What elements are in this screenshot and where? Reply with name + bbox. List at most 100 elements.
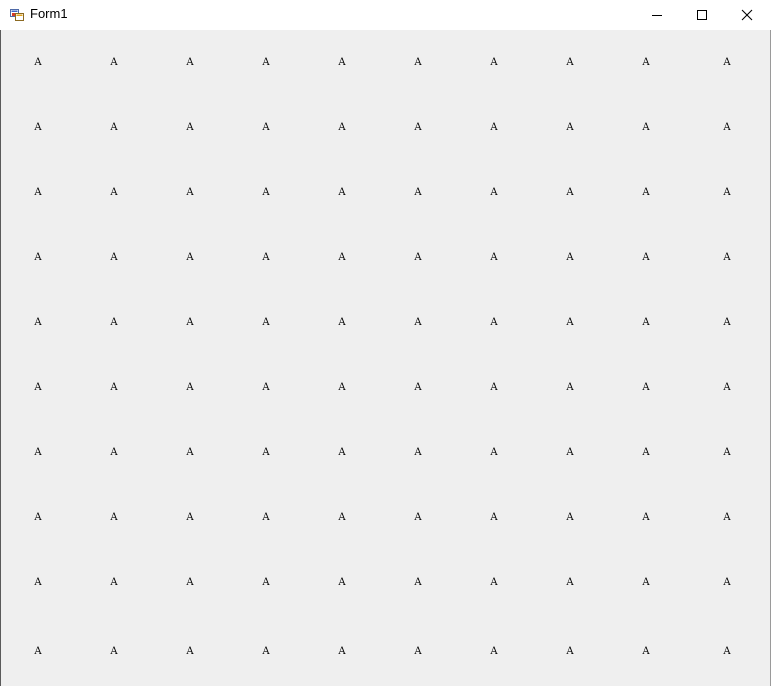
- grid-label[interactable]: A: [488, 316, 500, 330]
- grid-label[interactable]: A: [108, 186, 120, 200]
- grid-label[interactable]: A: [336, 186, 348, 200]
- grid-label[interactable]: A: [108, 576, 120, 590]
- grid-label[interactable]: A: [336, 381, 348, 395]
- grid-label[interactable]: A: [108, 511, 120, 525]
- grid-label[interactable]: A: [640, 251, 652, 265]
- grid-label[interactable]: A: [260, 381, 272, 395]
- grid-label[interactable]: A: [488, 186, 500, 200]
- grid-label[interactable]: A: [721, 511, 733, 525]
- grid-label[interactable]: A: [32, 56, 44, 70]
- grid-label[interactable]: A: [108, 316, 120, 330]
- grid-label[interactable]: A: [412, 316, 424, 330]
- grid-label[interactable]: A: [336, 121, 348, 135]
- grid-label[interactable]: A: [640, 56, 652, 70]
- grid-label[interactable]: A: [564, 56, 576, 70]
- grid-label[interactable]: A: [721, 381, 733, 395]
- grid-label[interactable]: A: [564, 186, 576, 200]
- grid-label[interactable]: A: [640, 446, 652, 460]
- grid-label[interactable]: A: [564, 121, 576, 135]
- grid-label[interactable]: A: [488, 381, 500, 395]
- grid-label[interactable]: A: [32, 121, 44, 135]
- grid-label[interactable]: A: [488, 56, 500, 70]
- grid-label[interactable]: A: [564, 251, 576, 265]
- grid-label[interactable]: A: [336, 251, 348, 265]
- grid-label[interactable]: A: [412, 576, 424, 590]
- grid-label[interactable]: A: [564, 511, 576, 525]
- app-icon[interactable]: [10, 7, 24, 21]
- grid-label[interactable]: A: [108, 645, 120, 659]
- grid-label[interactable]: A: [721, 316, 733, 330]
- grid-label[interactable]: A: [640, 121, 652, 135]
- grid-label[interactable]: A: [412, 446, 424, 460]
- grid-label[interactable]: A: [184, 251, 196, 265]
- grid-label[interactable]: A: [488, 121, 500, 135]
- grid-label[interactable]: A: [412, 381, 424, 395]
- grid-label[interactable]: A: [412, 511, 424, 525]
- grid-label[interactable]: A: [260, 251, 272, 265]
- grid-label[interactable]: A: [412, 251, 424, 265]
- grid-label[interactable]: A: [184, 56, 196, 70]
- grid-label[interactable]: A: [640, 511, 652, 525]
- grid-label[interactable]: A: [412, 121, 424, 135]
- grid-label[interactable]: A: [108, 381, 120, 395]
- minimize-button[interactable]: [634, 0, 680, 30]
- grid-label[interactable]: A: [721, 251, 733, 265]
- grid-label[interactable]: A: [640, 576, 652, 590]
- grid-label[interactable]: A: [640, 381, 652, 395]
- grid-label[interactable]: A: [260, 316, 272, 330]
- grid-label[interactable]: A: [721, 645, 733, 659]
- grid-label[interactable]: A: [640, 645, 652, 659]
- grid-label[interactable]: A: [184, 121, 196, 135]
- grid-label[interactable]: A: [108, 446, 120, 460]
- grid-label[interactable]: A: [640, 186, 652, 200]
- grid-label[interactable]: A: [412, 645, 424, 659]
- grid-label[interactable]: A: [721, 446, 733, 460]
- grid-label[interactable]: A: [32, 186, 44, 200]
- grid-label[interactable]: A: [32, 251, 44, 265]
- grid-label[interactable]: A: [184, 511, 196, 525]
- grid-label[interactable]: A: [260, 511, 272, 525]
- grid-label[interactable]: A: [184, 645, 196, 659]
- grid-label[interactable]: A: [184, 381, 196, 395]
- grid-label[interactable]: A: [184, 186, 196, 200]
- grid-label[interactable]: A: [260, 186, 272, 200]
- grid-label[interactable]: A: [184, 446, 196, 460]
- grid-label[interactable]: A: [488, 511, 500, 525]
- grid-label[interactable]: A: [564, 381, 576, 395]
- grid-label[interactable]: A: [260, 446, 272, 460]
- grid-label[interactable]: A: [564, 446, 576, 460]
- grid-label[interactable]: A: [721, 186, 733, 200]
- grid-label[interactable]: A: [721, 576, 733, 590]
- grid-label[interactable]: A: [108, 121, 120, 135]
- grid-label[interactable]: A: [336, 576, 348, 590]
- grid-label[interactable]: A: [32, 316, 44, 330]
- grid-label[interactable]: A: [260, 576, 272, 590]
- title-bar[interactable]: Form1: [0, 0, 771, 30]
- grid-label[interactable]: A: [721, 56, 733, 70]
- grid-label[interactable]: A: [32, 576, 44, 590]
- grid-label[interactable]: A: [488, 576, 500, 590]
- grid-label[interactable]: A: [412, 56, 424, 70]
- grid-label[interactable]: A: [32, 511, 44, 525]
- grid-label[interactable]: A: [564, 576, 576, 590]
- grid-label[interactable]: A: [336, 446, 348, 460]
- grid-label[interactable]: A: [640, 316, 652, 330]
- close-button[interactable]: [724, 0, 770, 30]
- grid-label[interactable]: A: [564, 645, 576, 659]
- maximize-button[interactable]: [679, 0, 725, 30]
- grid-label[interactable]: A: [260, 56, 272, 70]
- grid-label[interactable]: A: [412, 186, 424, 200]
- grid-label[interactable]: A: [260, 121, 272, 135]
- grid-label[interactable]: A: [488, 251, 500, 265]
- grid-label[interactable]: A: [336, 645, 348, 659]
- grid-label[interactable]: A: [108, 56, 120, 70]
- grid-label[interactable]: A: [488, 446, 500, 460]
- grid-label[interactable]: A: [336, 511, 348, 525]
- grid-label[interactable]: A: [184, 576, 196, 590]
- grid-label[interactable]: A: [564, 316, 576, 330]
- grid-label[interactable]: A: [488, 645, 500, 659]
- grid-label[interactable]: A: [184, 316, 196, 330]
- grid-label[interactable]: A: [32, 381, 44, 395]
- grid-label[interactable]: A: [32, 446, 44, 460]
- grid-label[interactable]: A: [336, 56, 348, 70]
